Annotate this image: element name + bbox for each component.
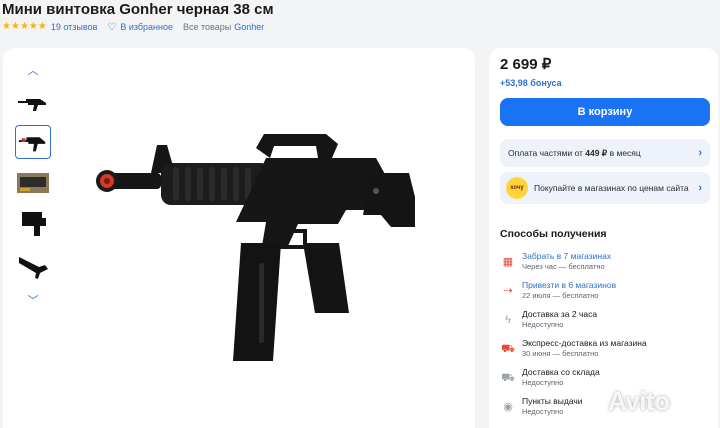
express-truck-icon: ⛟ bbox=[501, 343, 515, 355]
delivery-option-subtitle: 30 июня — бесплатно bbox=[522, 349, 599, 358]
bonus-amount: +53,98 бонуса bbox=[500, 78, 562, 88]
thumbnail-rifle-angled[interactable] bbox=[15, 248, 51, 282]
installments-suffix: в месяц bbox=[609, 148, 641, 158]
thumbnail-rifle-selected[interactable] bbox=[15, 125, 51, 159]
delivery-option-title: Экспресс-доставка из магазина bbox=[522, 338, 647, 348]
favorite-link[interactable]: В избранное bbox=[120, 22, 173, 32]
store-price-text: Покупайте в магазинах по ценам сайта bbox=[534, 183, 689, 193]
pickup-location-icon: ◉ bbox=[503, 401, 513, 413]
price: 2 699 ₽ bbox=[500, 56, 552, 73]
delivery-option-title[interactable]: Привезти в 6 магазинов bbox=[522, 280, 616, 290]
lightning-icon: ϟ bbox=[505, 314, 511, 326]
delivery-option-title: Пункты выдачи bbox=[522, 396, 583, 406]
thumbnail-rifle-side[interactable] bbox=[15, 86, 51, 120]
star-icon: ★ bbox=[19, 21, 29, 32]
installments-box[interactable]: Оплата частями от 449 ₽ в месяц › bbox=[500, 139, 710, 167]
avito-watermark: Avito bbox=[608, 386, 670, 416]
brand-link[interactable]: Gonher bbox=[234, 22, 264, 32]
thumbnail-rifle-box[interactable] bbox=[15, 166, 51, 200]
delivery-option-express[interactable]: ⛟ Экспресс-доставка из магазина 30 июня … bbox=[500, 338, 710, 364]
delivery-option-subtitle: 22 июля — бесплатно bbox=[522, 291, 599, 300]
delivery-option-subtitle: Недоступно bbox=[522, 407, 564, 416]
star-icon: ★ bbox=[28, 21, 38, 32]
delivery-option-warehouse: ⛟ Доставка со склада Недоступно bbox=[500, 367, 710, 393]
store-icon: ▦ bbox=[502, 256, 514, 268]
star-icon: ★ bbox=[2, 21, 11, 32]
product-title: Мини винтовка Gonher черная 38 см bbox=[2, 1, 274, 18]
delivery-option-title: Доставка со склада bbox=[522, 367, 600, 377]
chevron-right-icon: › bbox=[698, 147, 702, 159]
installments-prefix: Оплата частями от bbox=[508, 148, 583, 158]
chevron-right-icon: › bbox=[698, 182, 702, 194]
star-icon: ★ bbox=[37, 21, 47, 32]
reviews-link[interactable]: 19 отзывов bbox=[51, 22, 98, 32]
delivery-option-pickup-points: ◉ Пункты выдачи Недоступно bbox=[500, 396, 710, 422]
chevron-down-icon[interactable]: ﹀ bbox=[14, 294, 52, 308]
delivery-option-subtitle: Недоступно bbox=[522, 378, 564, 387]
store-price-box[interactable]: хочу Покупайте в магазинах по ценам сайт… bbox=[500, 172, 710, 204]
delivery-option-title: Доставка за 2 часа bbox=[522, 309, 598, 319]
delivery-title: Способы получения bbox=[500, 228, 607, 240]
chevron-up-icon[interactable]: ︿ bbox=[14, 64, 52, 78]
product-main-image bbox=[91, 103, 421, 403]
hochu-badge-icon: хочу bbox=[506, 177, 528, 199]
delivery-option-subtitle: Через час — бесплатно bbox=[522, 262, 605, 271]
delivery-option-2-hours: ϟ Доставка за 2 часа Недоступно bbox=[500, 309, 710, 335]
all-goods-label: Все товары bbox=[183, 22, 232, 32]
purchase-panel: 2 699 ₽ +53,98 бонуса В корзину Оплата ч… bbox=[489, 48, 718, 428]
pickup-point-icon: ⇢ bbox=[503, 285, 513, 297]
star-icon: ★ bbox=[10, 21, 20, 32]
product-meta-row: ★ ★ ★ ★ ★ 19 отзывов ♡ В избранное Все т… bbox=[2, 20, 264, 34]
installments-amount: 449 ₽ bbox=[585, 147, 608, 158]
heart-icon[interactable]: ♡ bbox=[107, 22, 116, 33]
add-to-cart-button[interactable]: В корзину bbox=[500, 98, 710, 126]
delivery-option-title[interactable]: Забрать в 7 магазинах bbox=[522, 251, 611, 261]
delivery-option-pickup-stores[interactable]: ▦ Забрать в 7 магазинах Через час — бесп… bbox=[500, 251, 710, 277]
thumbnail-rifle-front[interactable] bbox=[15, 206, 51, 240]
delivery-option-ship-to-stores[interactable]: ⇢ Привезти в 6 магазинов 22 июля — беспл… bbox=[500, 280, 710, 306]
delivery-option-subtitle: Недоступно bbox=[522, 320, 564, 329]
warehouse-truck-icon: ⛟ bbox=[501, 372, 515, 384]
rating-stars: ★ ★ ★ ★ ★ bbox=[2, 22, 47, 32]
product-gallery: ︿ ﹀ bbox=[3, 48, 475, 428]
